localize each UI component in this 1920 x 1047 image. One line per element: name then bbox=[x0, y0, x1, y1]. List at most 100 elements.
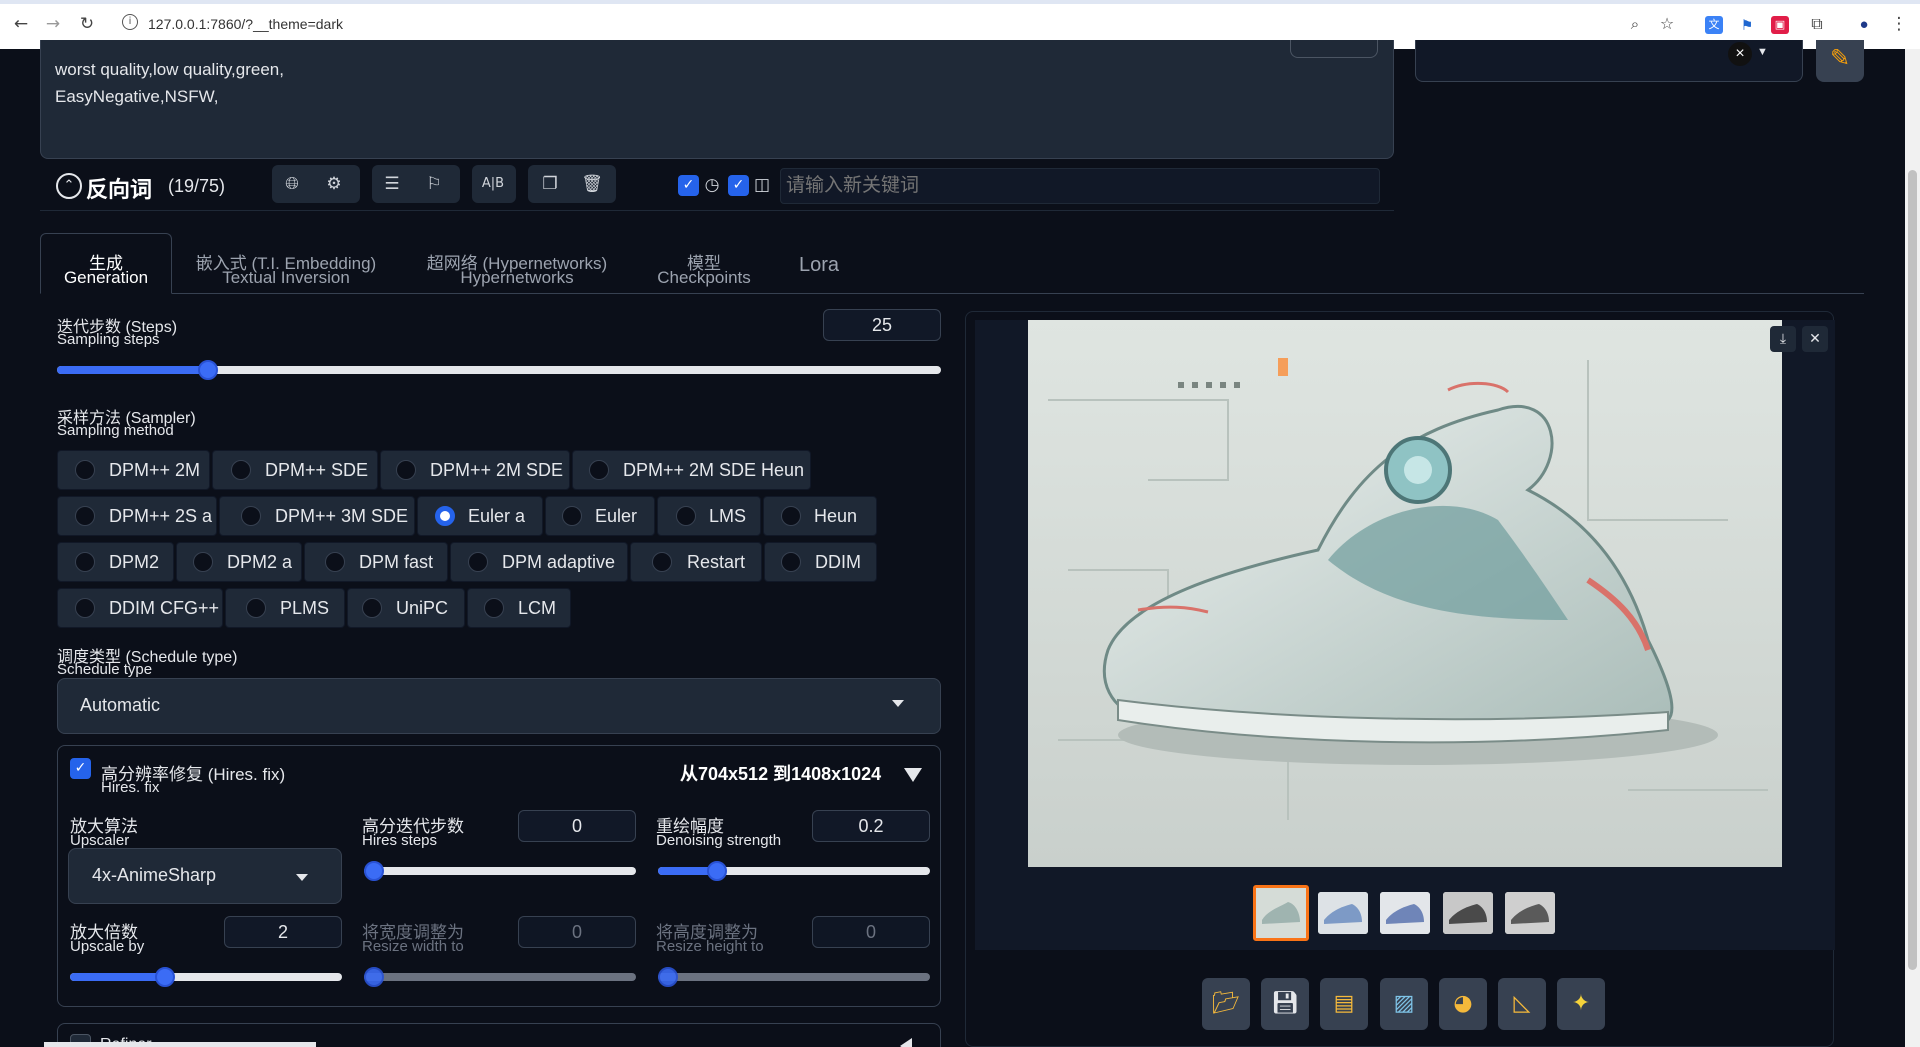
extension-flag-icon[interactable]: ⚑ bbox=[1738, 16, 1756, 34]
radio-button[interactable] bbox=[362, 598, 382, 618]
upscale-by-slider-thumb[interactable] bbox=[155, 967, 175, 987]
gallery-thumbnail[interactable] bbox=[1380, 892, 1430, 934]
resize-height-slider-thumb[interactable] bbox=[658, 967, 678, 987]
collapse-up-icon[interactable]: ⌃ bbox=[56, 173, 82, 199]
trash-icon[interactable]: 🗑︎ bbox=[580, 172, 604, 196]
steps-slider-thumb[interactable] bbox=[198, 360, 218, 380]
save-button[interactable]: 💾︎ bbox=[1261, 978, 1309, 1030]
send-to-extras-ruler-button[interactable]: ◺ bbox=[1498, 978, 1546, 1030]
radio-button[interactable] bbox=[231, 460, 251, 480]
reload-icon[interactable]: ↻ bbox=[76, 13, 98, 35]
schedule-type-select[interactable] bbox=[57, 678, 941, 734]
new-tag-input[interactable] bbox=[780, 168, 1380, 204]
collapse-triangle-icon[interactable] bbox=[904, 768, 922, 782]
scrollbar-thumb[interactable] bbox=[1908, 170, 1917, 970]
hires-steps-number-input[interactable]: 0 bbox=[518, 810, 636, 842]
sampler-option-label: LCM bbox=[518, 598, 557, 618]
generated-image[interactable] bbox=[1028, 320, 1782, 867]
expand-triangle-icon[interactable] bbox=[900, 1038, 912, 1047]
option-checkbox-2[interactable]: ✓ bbox=[728, 175, 749, 196]
resize-width-number-input[interactable]: 0 bbox=[518, 916, 636, 948]
history-icon[interactable]: ◷ bbox=[700, 173, 724, 197]
translate-ab-icon[interactable]: A|B bbox=[481, 172, 505, 196]
tab-sublabel: Hypernetworks bbox=[460, 268, 574, 287]
radio-button[interactable] bbox=[241, 506, 261, 526]
denoise-slider-thumb[interactable] bbox=[707, 861, 727, 881]
radio-button[interactable] bbox=[75, 598, 95, 618]
negative-prompt-textarea[interactable] bbox=[40, 40, 1394, 159]
gallery-thumbnail[interactable] bbox=[1505, 892, 1555, 934]
copy-icon[interactable]: ❐ bbox=[538, 172, 562, 196]
hires-steps-slider-track[interactable] bbox=[364, 867, 636, 875]
radio-button[interactable] bbox=[589, 460, 609, 480]
radio-button[interactable] bbox=[75, 552, 95, 572]
download-icon[interactable]: ⤓ bbox=[1770, 326, 1796, 352]
option-checkbox-1[interactable]: ✓ bbox=[678, 175, 699, 196]
back-icon[interactable]: ← bbox=[10, 13, 32, 35]
open-folder-button[interactable]: 📂︎ bbox=[1202, 978, 1250, 1030]
radio-button[interactable] bbox=[652, 552, 672, 572]
steps-number-input[interactable]: 25 bbox=[823, 309, 941, 341]
globe-icon[interactable]: 🌐︎ bbox=[280, 172, 304, 196]
chevron-down-icon[interactable]: ▼ bbox=[1757, 46, 1768, 58]
resize-width-slider-track[interactable] bbox=[364, 973, 636, 981]
extension-translate-icon[interactable]: 文 bbox=[1705, 16, 1723, 34]
tab-sublabel: Generation bbox=[63, 268, 149, 287]
sampler-option-label: DDIM bbox=[815, 552, 861, 572]
bookmark-icon[interactable]: ⚐ bbox=[422, 172, 446, 196]
resize-height-number-input[interactable]: 0 bbox=[812, 916, 930, 948]
upscaler-sublabel: Upscaler bbox=[70, 832, 130, 849]
radio-button[interactable] bbox=[246, 598, 266, 618]
sparkle-upscale-button[interactable]: ✦ bbox=[1557, 978, 1605, 1030]
panel-icon[interactable]: ◫ bbox=[750, 173, 774, 197]
bookmark-star-icon[interactable]: ☆ bbox=[1656, 13, 1678, 35]
close-icon[interactable]: ✕ bbox=[1802, 326, 1828, 352]
radio-button-selected[interactable] bbox=[435, 506, 455, 526]
resize-width-slider-thumb[interactable] bbox=[364, 967, 384, 987]
gallery-thumbnail[interactable] bbox=[1443, 892, 1493, 934]
zip-archive-button[interactable]: ▤ bbox=[1320, 978, 1368, 1030]
radio-button[interactable] bbox=[781, 506, 801, 526]
address-bar[interactable]: 127.0.0.1:7860/?__theme=dark bbox=[148, 16, 343, 32]
gallery-thumbnail-selected[interactable] bbox=[1253, 885, 1309, 941]
radio-button[interactable] bbox=[193, 552, 213, 572]
thumbnail-sneaker bbox=[1380, 892, 1430, 934]
site-info-icon[interactable]: i bbox=[122, 14, 138, 30]
menu-icon[interactable]: ⋮ bbox=[1888, 13, 1910, 35]
radio-button[interactable] bbox=[325, 552, 345, 572]
sampler-option-label: DPM++ 3M SDE bbox=[275, 506, 409, 526]
radio-button[interactable] bbox=[484, 598, 504, 618]
upscale-by-number-input[interactable]: 2 bbox=[224, 916, 342, 948]
hires-fix-checkbox[interactable]: ✓ bbox=[70, 758, 91, 779]
extension-image-icon[interactable]: ▣ bbox=[1771, 16, 1789, 34]
gear-icon[interactable]: ⚙ bbox=[322, 172, 346, 196]
forward-icon[interactable]: → bbox=[42, 13, 64, 35]
zoom-icon[interactable]: ⌕ bbox=[1624, 13, 1646, 35]
radio-button[interactable] bbox=[676, 506, 696, 526]
radio-button[interactable] bbox=[562, 506, 582, 526]
hires-steps-slider-thumb[interactable] bbox=[364, 861, 384, 881]
radio-button[interactable] bbox=[781, 552, 801, 572]
horizontal-scrollbar[interactable] bbox=[44, 1042, 316, 1047]
radio-button[interactable] bbox=[75, 460, 95, 480]
sampler-option-label: DPM2 bbox=[109, 552, 160, 572]
textarea-corner-button[interactable] bbox=[1290, 40, 1378, 58]
gallery-thumbnail[interactable] bbox=[1318, 892, 1368, 934]
send-to-img2img-button[interactable]: ▨ bbox=[1380, 978, 1428, 1030]
list-icon[interactable]: ☰ bbox=[380, 172, 404, 196]
denoise-number-input[interactable]: 0.2 bbox=[812, 810, 930, 842]
chevron-down-icon bbox=[296, 874, 308, 881]
edit-pencil-button[interactable]: ✎ bbox=[1816, 40, 1864, 82]
radio-button[interactable] bbox=[468, 552, 488, 572]
denoise-sublabel: Denoising strength bbox=[656, 832, 782, 849]
resize-height-slider-track[interactable] bbox=[658, 973, 930, 981]
profile-icon[interactable]: ● bbox=[1855, 16, 1873, 34]
radio-button[interactable] bbox=[75, 506, 95, 526]
clear-icon[interactable]: × bbox=[1728, 42, 1752, 66]
send-to-inpaint-palette-button[interactable]: ◕ bbox=[1439, 978, 1487, 1030]
extensions-puzzle-icon[interactable]: ⧉ bbox=[1806, 13, 1828, 35]
radio-button[interactable] bbox=[396, 460, 416, 480]
thumbnail-sneaker bbox=[1505, 892, 1555, 934]
sneaker-image-illustration bbox=[1028, 320, 1782, 867]
tab-sublabel: Textual Inversion bbox=[222, 268, 350, 287]
